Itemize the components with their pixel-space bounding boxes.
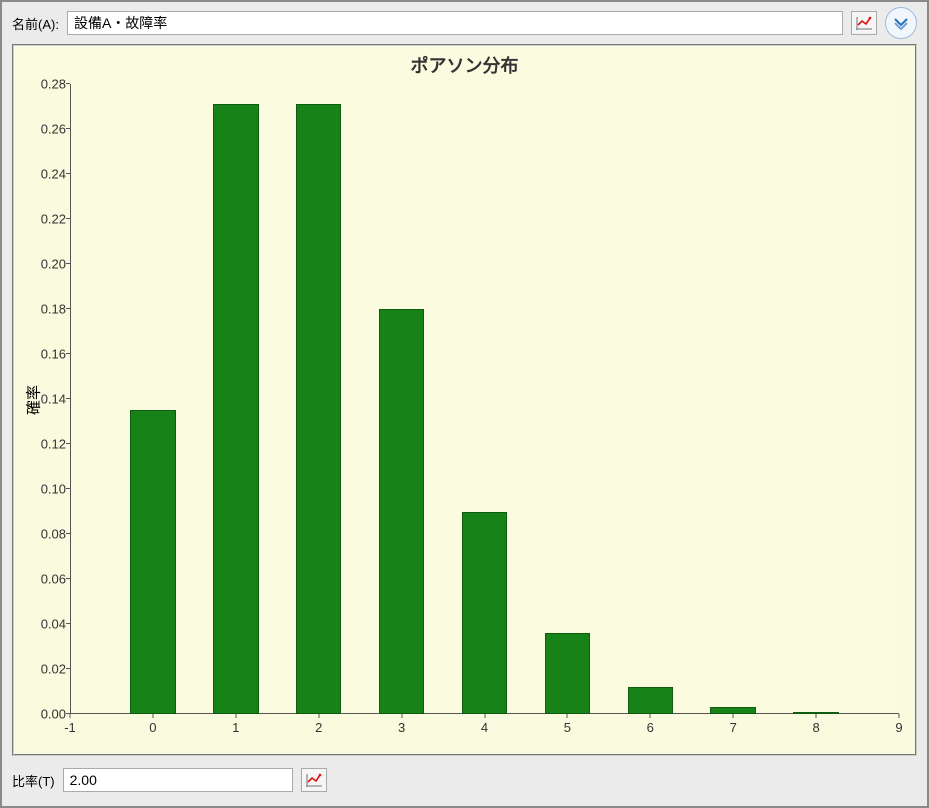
x-tick-mark <box>567 714 568 718</box>
x-tick-mark <box>484 714 485 718</box>
x-tick-mark <box>650 714 651 718</box>
bar <box>462 512 508 715</box>
x-tick-mark <box>401 714 402 718</box>
ratio-label: 比率(T) <box>12 771 55 790</box>
plot-area: 0.000.020.040.060.080.100.120.140.160.18… <box>70 84 899 714</box>
y-tick-label: 0.02 <box>18 662 66 677</box>
name-input[interactable] <box>67 11 843 35</box>
y-tick-label: 0.04 <box>18 617 66 632</box>
x-tick-mark <box>235 714 236 718</box>
chart-frame: ポアソン分布 確率 0.000.020.040.060.080.100.120.… <box>12 44 917 756</box>
y-tick-label: 0.20 <box>18 257 66 272</box>
x-tick-label: 3 <box>398 720 405 735</box>
x-tick-label: 1 <box>232 720 239 735</box>
x-tick-mark <box>70 714 71 718</box>
x-tick-label: 0 <box>149 720 156 735</box>
chart-title: ポアソン分布 <box>14 46 915 80</box>
x-tick-label: 9 <box>895 720 902 735</box>
y-tick-label: 0.28 <box>18 77 66 92</box>
ratio-reset-icon-button[interactable] <box>301 768 327 792</box>
x-tick-label: 6 <box>647 720 654 735</box>
bar <box>793 712 839 714</box>
x-tick-mark <box>899 714 900 718</box>
x-tick-mark <box>152 714 153 718</box>
bars-container <box>70 84 899 714</box>
x-tick-label: 8 <box>812 720 819 735</box>
x-tick-mark <box>816 714 817 718</box>
bar <box>130 410 176 714</box>
expand-button[interactable] <box>885 7 917 39</box>
name-row: 名前(A): <box>12 8 917 38</box>
y-tick-label: 0.24 <box>18 167 66 182</box>
x-tick-label: -1 <box>64 720 76 735</box>
bar <box>710 707 756 714</box>
x-tick-mark <box>318 714 319 718</box>
x-tick-label: 7 <box>730 720 737 735</box>
ratio-row: 比率(T) <box>12 764 917 796</box>
chevron-down-icon <box>892 14 910 32</box>
bar <box>628 687 674 714</box>
y-tick-label: 0.22 <box>18 212 66 227</box>
x-tick-label: 5 <box>564 720 571 735</box>
bar <box>545 633 591 714</box>
y-tick-label: 0.18 <box>18 302 66 317</box>
y-tick-label: 0.10 <box>18 482 66 497</box>
y-tick-label: 0.00 <box>18 707 66 722</box>
dialog-window: 名前(A): ポアソン分布 確率 0.000.020.040.060.080.1… <box>0 0 929 808</box>
x-tick-mark <box>733 714 734 718</box>
coordinate-icon <box>305 772 323 788</box>
bar <box>296 104 342 714</box>
y-tick-label: 0.06 <box>18 572 66 587</box>
bar <box>379 309 425 714</box>
y-tick-label: 0.14 <box>18 392 66 407</box>
x-tick-label: 2 <box>315 720 322 735</box>
reset-icon-button[interactable] <box>851 11 877 35</box>
y-tick-label: 0.26 <box>18 122 66 137</box>
x-tick-label: 4 <box>481 720 488 735</box>
y-tick-label: 0.08 <box>18 527 66 542</box>
name-label: 名前(A): <box>12 14 59 33</box>
bar <box>213 104 259 714</box>
coordinate-icon <box>855 15 873 31</box>
ratio-input[interactable] <box>63 768 293 792</box>
y-tick-label: 0.12 <box>18 437 66 452</box>
y-tick-label: 0.16 <box>18 347 66 362</box>
